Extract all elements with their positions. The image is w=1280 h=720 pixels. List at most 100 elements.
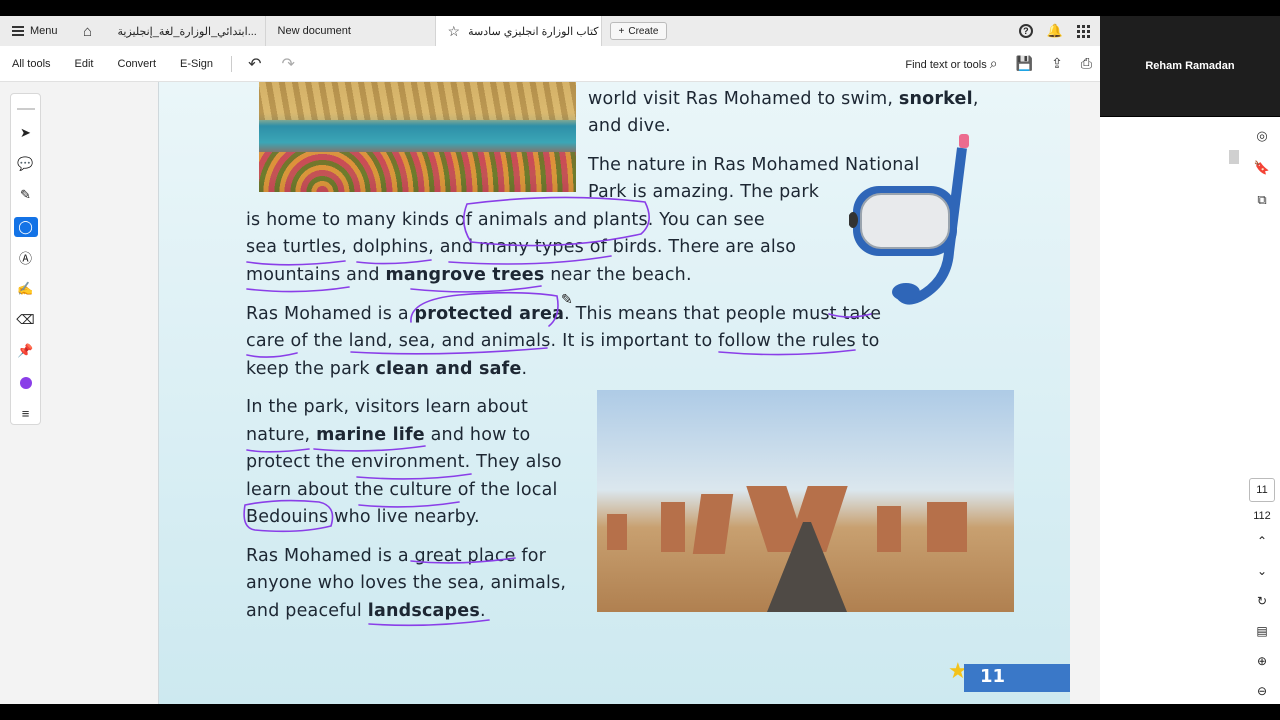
- right-tool-icons: ◎ 🔖 ⧉: [1248, 128, 1276, 208]
- help-icon[interactable]: ?: [1018, 24, 1033, 38]
- upload-icon[interactable]: ⇪: [1051, 55, 1063, 72]
- bold-term: mangrove trees: [385, 265, 545, 285]
- tab-active-document[interactable]: ☆ كتاب الوزارة انجليزي سادسة .. ✕: [435, 16, 602, 46]
- participant-name: Reham Ramadan: [1145, 60, 1235, 72]
- ai-assistant-icon[interactable]: ◎: [1256, 128, 1267, 144]
- gate-block: [607, 514, 627, 550]
- snorkel-mask-illustration: [849, 134, 969, 305]
- eraser-tool-icon[interactable]: ⌫: [14, 310, 38, 330]
- redo-icon[interactable]: ↷: [271, 54, 304, 74]
- bold-term: snorkel: [898, 89, 973, 109]
- text-select-tool-icon[interactable]: Ⓐ: [14, 248, 38, 268]
- text-line: is home to many kinds of animals and pla…: [246, 210, 765, 230]
- gate-block: [927, 502, 967, 552]
- gate-block: [692, 494, 734, 554]
- tab-bar: Menu ⌂ ابتدائي_الوزارة_لغة_إنجليزية... N…: [0, 16, 1100, 46]
- text-run: .: [521, 359, 528, 379]
- current-page-input[interactable]: 11: [1249, 478, 1275, 502]
- coral-reef-photo: [259, 82, 576, 192]
- zoom-out-icon[interactable]: ⊖: [1257, 680, 1267, 702]
- mask-glass: [860, 193, 950, 249]
- color-dot: [19, 376, 32, 389]
- star-icon[interactable]: ☆: [448, 23, 461, 40]
- plus-icon: +: [618, 25, 625, 37]
- video-call-overlay[interactable]: Reham Ramadan: [1100, 16, 1280, 116]
- esign-button[interactable]: E-Sign: [168, 58, 225, 70]
- home-button[interactable]: ⌂: [70, 16, 106, 46]
- text-line: sea turtles, dolphins, and many types of…: [246, 237, 797, 257]
- tabbar-actions: ? 🔔: [1018, 23, 1100, 39]
- text-line: and peaceful landscapes.: [246, 598, 486, 626]
- all-tools-button[interactable]: All tools: [0, 58, 63, 70]
- color-picker[interactable]: [14, 373, 38, 393]
- tab-document-1[interactable]: ابتدائي_الوزارة_لغة_إنجليزية...: [106, 16, 266, 46]
- page-number-text: 11: [980, 666, 1006, 687]
- tab-label: New document: [277, 25, 351, 37]
- total-pages: 112: [1253, 510, 1271, 522]
- text-line: learn about the culture of the local: [246, 480, 558, 500]
- comment-tool-icon[interactable]: 💬: [14, 154, 38, 174]
- pin-tool-icon[interactable]: 📌: [14, 341, 38, 361]
- text-run: and how to: [424, 425, 531, 445]
- bell-icon[interactable]: 🔔: [1047, 23, 1063, 39]
- chevron-up-icon[interactable]: ⌃: [1257, 530, 1267, 552]
- print-icon[interactable]: ⎙: [1081, 55, 1092, 72]
- text-line: Park is amazing. The park: [588, 182, 820, 202]
- apps-grid-icon[interactable]: [1077, 24, 1090, 38]
- highlight-tool-icon[interactable]: ✎: [14, 185, 38, 205]
- bookmark-icon[interactable]: 🔖: [1254, 160, 1270, 176]
- bottom-bar: [0, 704, 1280, 720]
- document-page[interactable]: world visit Ras Mohamed to swim, snorkel…: [158, 82, 1070, 704]
- tab-new-document[interactable]: New document: [266, 16, 436, 46]
- text-run: .: [479, 601, 486, 621]
- find-tools-button[interactable]: Find text or tools ⌕: [905, 55, 997, 72]
- page-gutter: [1070, 82, 1100, 704]
- panel-grip[interactable]: [16, 108, 35, 110]
- undo-icon[interactable]: ↶: [238, 54, 271, 74]
- text-line: world visit Ras Mohamed to swim, snorkel…: [588, 86, 979, 114]
- text-run: . This means that people must take: [564, 304, 882, 324]
- text-line: Bedouins who live nearby.: [246, 507, 480, 527]
- toolbar-divider: [231, 55, 233, 72]
- bold-term: protected area: [414, 304, 565, 324]
- chevron-down-icon[interactable]: ⌄: [1257, 560, 1267, 582]
- ras-mohamed-gate-photo: [597, 390, 1014, 612]
- text-run: world visit Ras Mohamed to swim,: [588, 89, 899, 109]
- coral-area: [259, 152, 576, 192]
- snorkel-mouthpiece: [892, 283, 920, 301]
- text-line: mountains and mangrove trees near the be…: [246, 262, 692, 290]
- create-button[interactable]: + Create: [609, 22, 668, 40]
- text-run: Ras Mohamed is a: [246, 304, 415, 324]
- draw-tool-icon[interactable]: ◯: [13, 216, 38, 237]
- text-line: Ras Mohamed is a protected area. This me…: [246, 301, 881, 329]
- tab-label: ابتدائي_الوزارة_لغة_إنجليزية...: [117, 25, 257, 38]
- menu-label: Menu: [30, 25, 58, 37]
- scrollbar-thumb[interactable]: [1229, 150, 1239, 164]
- tab-label: كتاب الوزارة انجليزي سادسة ..: [468, 25, 600, 38]
- convert-button[interactable]: Convert: [106, 58, 169, 70]
- edit-button[interactable]: Edit: [63, 58, 106, 70]
- fill-sign-tool-icon[interactable]: ✍: [14, 279, 38, 299]
- bold-term: landscapes: [367, 601, 480, 621]
- text-line: protect the environment. They also: [246, 452, 562, 472]
- text-line: Ras Mohamed is a great place for: [246, 546, 547, 566]
- copy-pages-icon[interactable]: ⧉: [1257, 192, 1266, 208]
- rotate-icon[interactable]: ↻: [1257, 590, 1267, 612]
- text-run: mountains and: [246, 265, 386, 285]
- more-menu-icon[interactable]: ≡: [14, 404, 38, 424]
- page-info-icon[interactable]: ▤: [1256, 620, 1267, 642]
- menu-button[interactable]: Menu: [0, 16, 70, 46]
- gate-block: [661, 502, 685, 552]
- text-line: and dive.: [588, 116, 671, 136]
- home-icon: ⌂: [83, 22, 93, 40]
- select-tool-icon[interactable]: ➤: [14, 123, 38, 143]
- cliff-area: [259, 82, 576, 120]
- text-line: In the park, visitors learn about: [246, 397, 529, 417]
- snorkel-tip: [959, 134, 969, 148]
- main-toolbar: All tools Edit Convert E-Sign ↶ ↷ Find t…: [0, 46, 1100, 82]
- text-run: nature,: [246, 425, 317, 445]
- text-run: and peaceful: [246, 601, 368, 621]
- save-icon[interactable]: 💾: [1016, 55, 1033, 72]
- zoom-in-icon[interactable]: ⊕: [1257, 650, 1267, 672]
- text-line: keep the park clean and safe.: [246, 356, 527, 384]
